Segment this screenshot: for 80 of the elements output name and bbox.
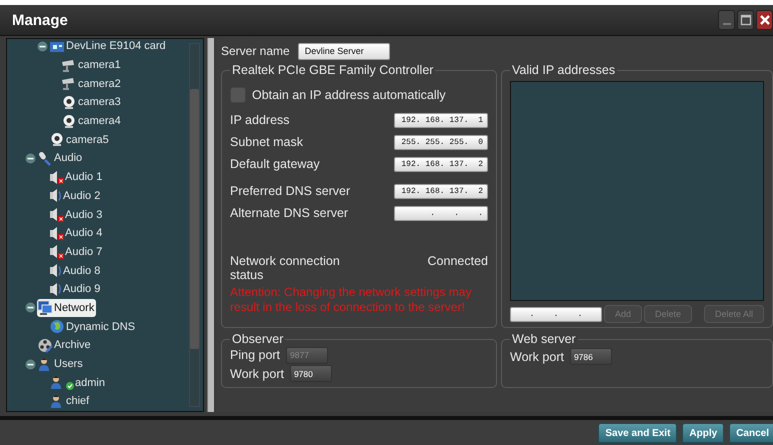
server-name-field[interactable]: Devline Server	[298, 42, 390, 60]
computer-icon	[37, 300, 53, 316]
ip-address-field[interactable]: 192. 168. 137. 2	[394, 156, 488, 172]
group-title: Observer	[231, 332, 284, 346]
tree-item[interactable]: DevLine E9104 card	[49, 39, 168, 56]
group-title: Valid IP addresses	[511, 63, 616, 77]
globe-icon	[49, 319, 65, 334]
scrollbar[interactable]	[189, 43, 200, 407]
tree-item[interactable]: Audio	[37, 149, 84, 168]
tree-item[interactable]: Users	[37, 355, 85, 374]
circuit-board-icon	[49, 39, 65, 54]
speaker-icon	[49, 170, 57, 185]
port-field[interactable]: 9786	[570, 348, 612, 365]
close-icon	[758, 14, 770, 26]
tree-item[interactable]: Audio 3	[49, 206, 104, 224]
footer-button[interactable]: Apply	[682, 423, 724, 443]
footer-button[interactable]: Save and Exit	[598, 423, 678, 443]
port-label: Work port	[230, 366, 284, 381]
speaker-icon	[49, 226, 57, 241]
tree-item[interactable]: Audio 2	[49, 186, 102, 205]
tree-item[interactable]: admin	[49, 374, 107, 392]
port-label: Work port	[510, 350, 564, 364]
collapse-icon[interactable]	[25, 302, 36, 314]
speaker-icon	[49, 263, 57, 278]
footer-button[interactable]: Cancel	[729, 423, 773, 443]
field-label: Alternate DNS server	[230, 206, 348, 220]
tree-item[interactable]: Audio 1	[49, 168, 104, 186]
status-label: Network connection status	[230, 254, 341, 282]
port-label: Ping port	[230, 348, 280, 362]
minimize-icon	[722, 23, 730, 25]
ip-address-field[interactable]: . . .	[510, 306, 602, 322]
checkbox[interactable]	[230, 87, 246, 103]
tree-item[interactable]: Audio 9	[49, 280, 102, 298]
collapse-icon[interactable]	[25, 358, 36, 370]
group-title: Realtek PCIe GBE Family Controller	[231, 63, 434, 77]
collapse-icon[interactable]	[37, 40, 48, 52]
tree-item[interactable]: Audio 8	[49, 262, 102, 280]
tree-item[interactable]: camera1	[61, 56, 123, 74]
speaker-icon	[49, 282, 57, 297]
security-camera-icon	[61, 76, 77, 92]
ip-address-field[interactable]: 192. 168. 137. 2	[394, 184, 488, 198]
webcam-icon	[61, 114, 77, 129]
port-field[interactable]: 9780	[290, 365, 332, 382]
ip-address-field[interactable]: . . .	[394, 206, 488, 220]
field-label: Default gateway	[230, 157, 320, 171]
field-label: Subnet mask	[230, 135, 303, 149]
maximize-button[interactable]	[737, 10, 754, 30]
group-title: Web server	[511, 332, 577, 346]
tree-item[interactable]: camera3	[61, 93, 123, 112]
speaker-icon	[49, 188, 57, 204]
field-label: Preferred DNS server	[230, 184, 350, 198]
tree-item[interactable]: Archive	[37, 336, 93, 354]
tree-item[interactable]: Network	[37, 298, 96, 317]
ip-address-field[interactable]: 255. 255. 255. 0	[394, 134, 488, 150]
ip-address-field[interactable]: 192. 168. 137. 1	[394, 112, 488, 128]
tree-item[interactable]: camera4	[61, 112, 123, 130]
window-title: Manage	[11, 12, 68, 28]
warning-text: Attention: Changing the network settings may result in the loss of connection to the server!	[230, 285, 472, 315]
collapse-icon[interactable]	[25, 152, 36, 164]
field-label: IP address	[230, 113, 290, 127]
server-name-label: Server name	[221, 44, 290, 58]
tree-item[interactable]: chief	[49, 392, 92, 410]
tree-item[interactable]: Audio 7	[49, 242, 104, 261]
tree-item[interactable]: Dynamic DNS	[49, 318, 138, 336]
film-reel-icon	[37, 338, 53, 353]
tree-item[interactable]: Audio 4	[49, 224, 104, 242]
checkbox-label: Obtain an IP address automatically	[252, 88, 446, 102]
maximize-icon	[740, 14, 752, 26]
splitter-handle[interactable]	[207, 38, 214, 412]
tree-item[interactable]: camera5	[49, 130, 111, 149]
speaker-icon	[49, 207, 57, 222]
close-button[interactable]	[756, 10, 773, 30]
webcam-icon	[49, 132, 65, 148]
status-value: Connected	[428, 254, 488, 268]
microphone-icon	[37, 150, 53, 166]
security-camera-icon	[61, 58, 77, 73]
minimize-button[interactable]	[718, 10, 735, 30]
tree-item[interactable]: camera2	[61, 74, 123, 93]
speaker-icon	[49, 244, 57, 260]
webcam-icon	[61, 94, 77, 110]
